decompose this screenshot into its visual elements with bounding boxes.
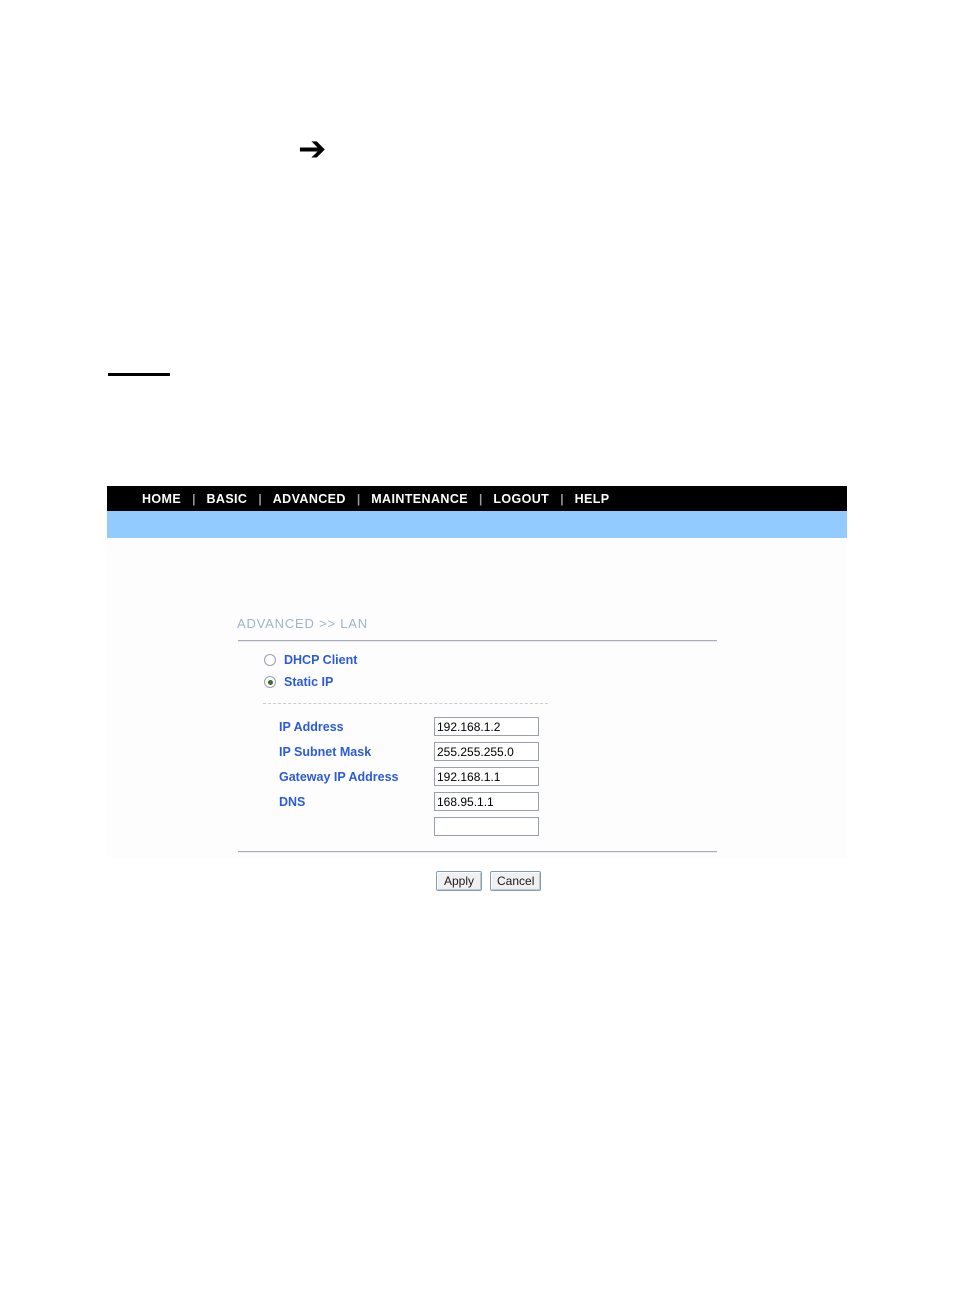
input-dns-primary[interactable] (434, 792, 539, 811)
field-row-dns-primary: DNS (279, 789, 539, 814)
input-gateway-ip-address[interactable] (434, 767, 539, 786)
nav-item-advanced[interactable]: ADVANCED (273, 492, 346, 506)
fields-dashed-separator (263, 703, 548, 704)
main-navigation-bar: HOME | BASIC | ADVANCED | MAINTENANCE | … (107, 486, 847, 511)
nav-separator: | (192, 491, 196, 506)
cancel-button[interactable]: Cancel (490, 871, 542, 891)
breadcrumb: ADVANCED >> LAN (237, 616, 368, 631)
field-row-ip-address: IP Address (279, 714, 539, 739)
form-action-buttons: Apply Cancel (436, 871, 542, 891)
nav-separator: | (356, 491, 361, 506)
input-ip-address[interactable] (434, 717, 539, 736)
label-dns: DNS (279, 794, 306, 809)
section-rule (108, 373, 170, 376)
nav-item-basic[interactable]: BASIC (206, 492, 247, 506)
page-content: ADVANCED >> LAN DHCP Client Static IP IP… (107, 538, 847, 891)
nav-item-home[interactable]: HOME (142, 492, 181, 506)
nav-item-logout[interactable]: LOGOUT (493, 492, 549, 506)
radio-option-static-ip[interactable]: Static IP (264, 675, 333, 689)
radio-option-dhcp-client[interactable]: DHCP Client (264, 653, 357, 667)
label-ip-address: IP Address (279, 719, 344, 734)
nav-item-help[interactable]: HELP (575, 492, 610, 506)
input-dns-secondary[interactable] (434, 817, 539, 836)
static-ip-fields: IP Address IP Subnet Mask Gateway IP Add… (279, 714, 539, 839)
router-ui-panel: HOME | BASIC | ADVANCED | MAINTENANCE | … (107, 486, 847, 891)
field-row-gateway-ip-address: Gateway IP Address (279, 764, 539, 789)
label-gateway-ip-address: Gateway IP Address (279, 769, 399, 784)
field-row-ip-subnet-mask: IP Subnet Mask (279, 739, 539, 764)
right-arrow-icon: ➔ (298, 129, 327, 169)
field-row-dns-secondary (279, 814, 539, 839)
nav-separator: | (478, 491, 483, 506)
nav-item-maintenance[interactable]: MAINTENANCE (371, 492, 468, 506)
submenu-band (107, 511, 847, 538)
content-divider-bottom (238, 851, 717, 853)
label-ip-subnet-mask: IP Subnet Mask (279, 744, 372, 759)
nav-separator: | (560, 491, 564, 506)
content-divider-top (238, 640, 717, 642)
radio-label-dhcp-client: DHCP Client (284, 653, 358, 667)
radio-label-static-ip: Static IP (284, 675, 334, 689)
radio-static-ip[interactable] (264, 676, 276, 688)
input-ip-subnet-mask[interactable] (434, 742, 539, 761)
radio-dhcp-client[interactable] (264, 654, 276, 666)
nav-separator: | (258, 491, 262, 506)
apply-button[interactable]: Apply (436, 871, 482, 891)
